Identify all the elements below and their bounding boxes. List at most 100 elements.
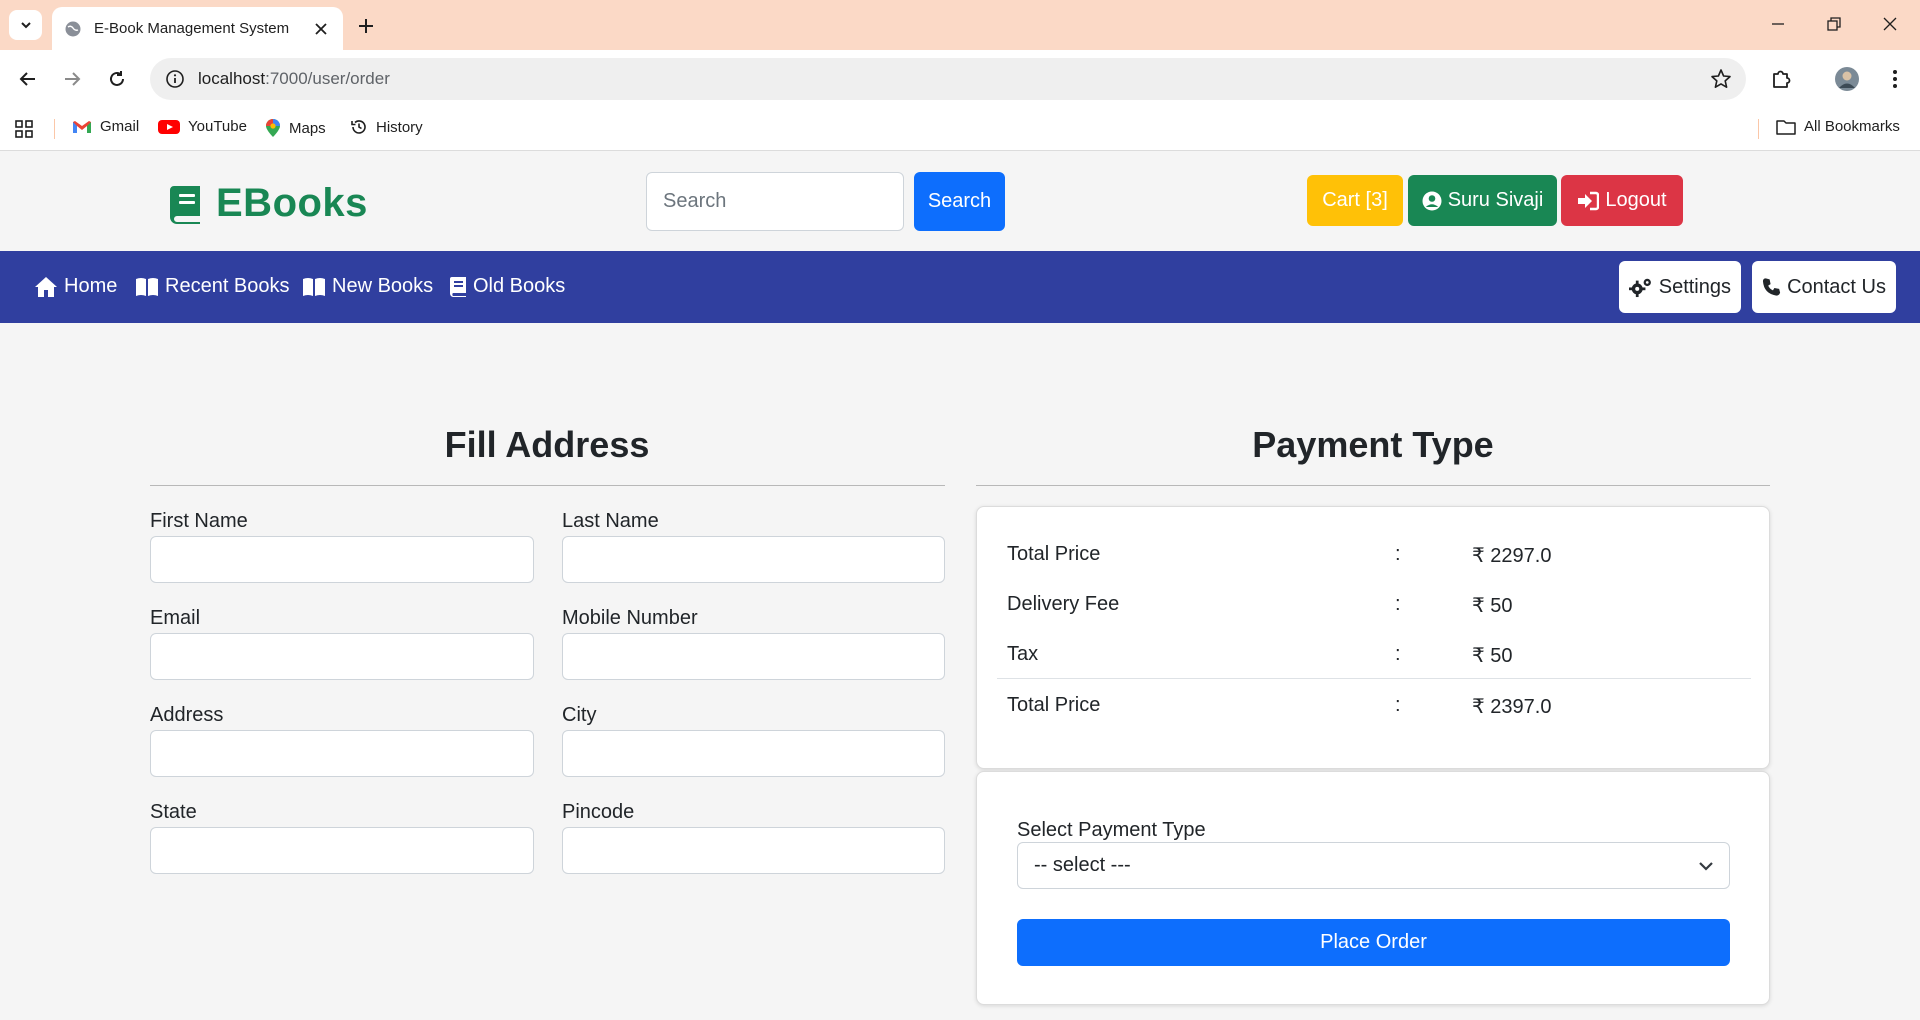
contact-us-label: Contact Us — [1787, 275, 1886, 298]
last-name-label: Last Name — [562, 510, 659, 532]
restore-window-button[interactable] — [1812, 8, 1856, 40]
reload-button[interactable] — [102, 64, 132, 94]
all-bookmarks-button[interactable]: All Bookmarks — [1776, 118, 1900, 135]
close-window-button[interactable] — [1868, 8, 1912, 40]
home-icon — [35, 276, 57, 297]
book-icon — [449, 276, 466, 297]
address-field[interactable] — [150, 730, 534, 777]
settings-label: Settings — [1658, 275, 1731, 298]
browser-tab-active[interactable]: E-Book Management System — [52, 7, 343, 50]
gears-icon — [1629, 278, 1651, 298]
open-book-icon — [303, 277, 325, 296]
nav-new-books[interactable]: New Books — [302, 275, 433, 298]
back-button[interactable] — [13, 64, 43, 94]
logout-label: Logout — [1605, 189, 1667, 211]
bookmark-star-icon[interactable] — [1710, 68, 1732, 90]
settings-button[interactable]: Settings — [1619, 261, 1741, 313]
site-info-icon[interactable] — [164, 68, 186, 90]
logout-button[interactable]: Logout — [1561, 175, 1683, 226]
email-field[interactable] — [150, 633, 534, 680]
apps-button[interactable] — [14, 119, 42, 139]
first-name-label: First Name — [150, 510, 248, 532]
browser-menu-button[interactable] — [1880, 64, 1910, 94]
pincode-label: Pincode — [562, 801, 635, 823]
bookmark-maps[interactable]: Maps — [265, 118, 326, 138]
site-header: EBooks Search Cart [3] Suru Sivaji Logou… — [0, 151, 1920, 251]
kebab-menu-icon — [1893, 70, 1897, 88]
user-name: Suru Sivaji — [1447, 189, 1544, 211]
bookmark-youtube[interactable]: YouTube — [158, 118, 247, 135]
price-value: ₹ 2297.0 — [1472, 545, 1552, 567]
address-bar[interactable]: localhost:7000/user/order — [150, 58, 1746, 100]
open-book-icon — [136, 277, 158, 296]
nav-old-books[interactable]: Old Books — [449, 275, 565, 298]
main-navbar: Home Recent Books New Books Old Books Se… — [0, 251, 1920, 323]
new-tab-button[interactable] — [352, 12, 380, 40]
city-field[interactable] — [562, 730, 945, 777]
price-value: ₹ 50 — [1472, 595, 1513, 617]
fill-address-divider — [150, 485, 945, 486]
arrow-left-icon — [19, 72, 35, 86]
price-label: Delivery Fee — [1007, 593, 1120, 615]
nav-old-books-label: Old Books — [473, 275, 566, 297]
youtube-icon — [158, 119, 180, 134]
city-label: City — [562, 704, 597, 726]
maps-pin-icon — [266, 119, 280, 137]
search-input[interactable] — [646, 172, 904, 231]
logo-text: EBooks — [216, 181, 368, 225]
payment-type-label: Select Payment Type — [1017, 819, 1206, 841]
apps-grid-icon — [15, 120, 33, 138]
puzzle-icon — [1773, 70, 1791, 88]
book-icon — [170, 185, 200, 224]
reload-icon — [110, 71, 124, 86]
extensions-button[interactable] — [1766, 64, 1796, 94]
globe-icon — [65, 21, 81, 36]
logo[interactable]: EBooks — [168, 181, 368, 226]
close-tab-icon[interactable] — [311, 19, 331, 39]
chevron-down-icon — [1699, 862, 1713, 871]
arrow-right-icon — [65, 72, 81, 86]
nav-home[interactable]: Home — [34, 275, 117, 298]
bookmark-youtube-label: YouTube — [188, 118, 247, 135]
nav-recent-books[interactable]: Recent Books — [135, 275, 290, 298]
price-colon: : — [1395, 643, 1401, 665]
gmail-icon — [73, 120, 91, 133]
bookmarks-divider-right — [1758, 119, 1759, 139]
payment-type-selected: -- select --- — [1034, 854, 1131, 876]
email-label: Email — [150, 607, 201, 629]
bookmark-history[interactable]: History — [350, 118, 423, 136]
bookmark-history-label: History — [376, 118, 423, 136]
cart-button[interactable]: Cart [3] — [1307, 175, 1403, 226]
place-order-button[interactable]: Place Order — [1017, 919, 1730, 966]
nav-recent-books-label: Recent Books — [165, 275, 290, 297]
plus-icon — [359, 19, 373, 33]
user-profile-button[interactable]: Suru Sivaji — [1408, 175, 1557, 226]
first-name-field[interactable] — [150, 536, 534, 583]
minimize-icon — [1772, 23, 1784, 25]
price-label: Tax — [1007, 643, 1039, 665]
bookmarks-bar: Gmail YouTube Maps History All Bookmarks — [0, 107, 1920, 151]
profile-avatar[interactable] — [1832, 64, 1862, 94]
payment-type-select[interactable]: -- select --- — [1017, 842, 1730, 889]
sign-in-icon — [1578, 191, 1600, 210]
price-colon: : — [1395, 593, 1401, 615]
last-name-field[interactable] — [562, 536, 945, 583]
minimize-window-button[interactable] — [1756, 8, 1800, 40]
history-icon — [351, 120, 366, 134]
address-label: Address — [150, 704, 224, 726]
user-circle-icon — [1422, 191, 1442, 210]
nav-new-books-label: New Books — [332, 275, 434, 297]
tab-search-button[interactable] — [9, 10, 42, 40]
payment-type-title: Payment Type — [1252, 424, 1494, 465]
bookmarks-divider — [54, 119, 55, 139]
pincode-field[interactable] — [562, 827, 945, 874]
bookmark-gmail[interactable]: Gmail — [72, 118, 139, 135]
price-label: Total Price — [1007, 543, 1101, 565]
mobile-number-field[interactable] — [562, 633, 945, 680]
contact-us-button[interactable]: Contact Us — [1752, 261, 1896, 313]
search-button[interactable]: Search — [914, 172, 1005, 231]
payment-type-divider — [976, 485, 1770, 486]
forward-button[interactable] — [57, 64, 87, 94]
state-field[interactable] — [150, 827, 534, 874]
nav-home-label: Home — [64, 275, 118, 297]
